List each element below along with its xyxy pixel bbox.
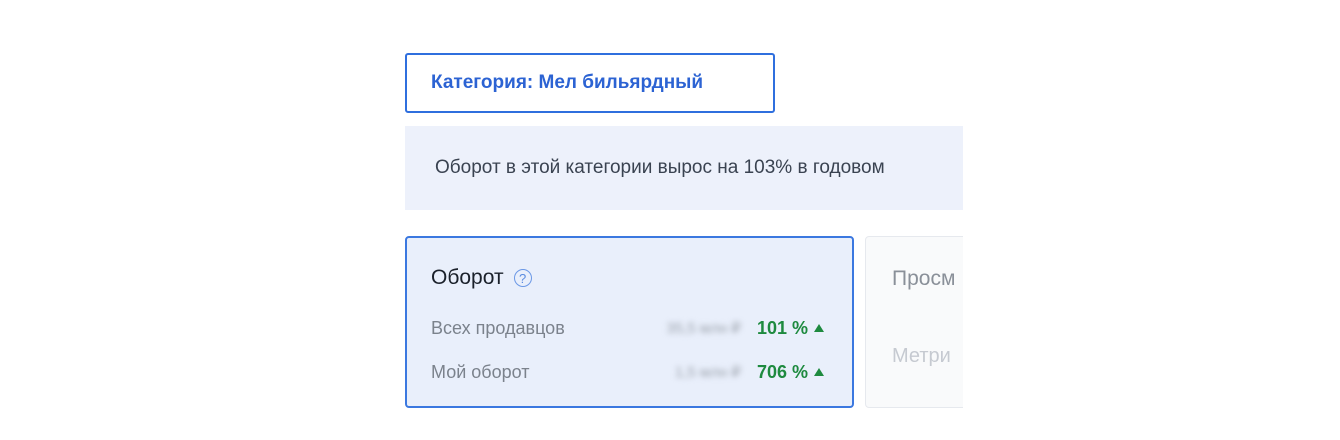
metric-row-all-sellers: Всех продавцов 35,5 млн ₽ 101 % [431,316,824,340]
category-tab[interactable]: Категория: Мел бильярдный [405,53,775,113]
card-subtitle: Метри [892,345,951,367]
metric-value-blurred: 1,5 млн ₽ [674,364,741,381]
help-icon[interactable]: ? [513,269,532,287]
metric-card-turnover[interactable]: Оборот ? Всех продавцов 35,5 млн ₽ 101 %… [405,236,854,408]
card-title-text: Оборот [431,266,504,289]
card-title-text: Просм [892,267,956,290]
insight-banner: Оборот в этой категории вырос на 103% в … [405,126,963,210]
metric-percent: 101 % [756,317,808,338]
triangle-up-icon [814,324,824,332]
metric-label: Всех продавцов [431,317,565,338]
metric-percent: 706 % [756,361,808,382]
category-insight-panel: Категория: Мел бильярдный Оборот в этой … [405,52,963,422]
metric-value-blurred: 35,5 млн ₽ [666,320,741,337]
triangle-up-icon [814,368,824,376]
insight-banner-text: Оборот в этой категории вырос на 103% в … [435,157,885,178]
metric-label: Мой оборот [431,361,530,382]
metric-card-views[interactable]: Просм Метри [865,236,963,408]
metric-row-my-turnover: Мой оборот 1,5 млн ₽ 706 % [431,360,824,384]
category-tab-label: Категория: Мел бильярдный [431,72,704,93]
card-title: Оборот ? [431,266,532,290]
